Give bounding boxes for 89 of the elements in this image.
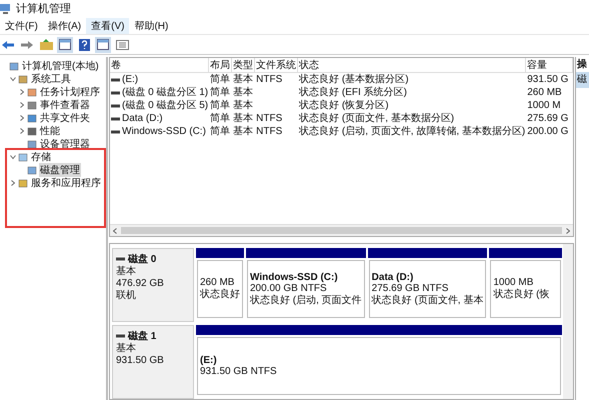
chevron-down-icon[interactable] [10, 154, 16, 160]
menu-item[interactable]: 查看(V) [86, 18, 130, 34]
action-item[interactable]: 磁 [576, 72, 589, 88]
table-cell-text: 200.00 G [526, 125, 570, 138]
partition-size: 275.69 GB NTFS [372, 282, 450, 294]
partition-size: 931.50 GB NTFS [200, 366, 278, 378]
menu-item[interactable]: 文件(F) [0, 18, 43, 34]
partition-size: 200.00 GB NTFS [250, 282, 328, 294]
chevron-right-icon[interactable] [10, 180, 16, 186]
column-header[interactable]: 卷 [110, 58, 210, 73]
tree-item[interactable]: 设备管理器 [39, 136, 91, 150]
disk-name: 磁盘 1 [128, 330, 156, 342]
table-cell-text: NTFS [255, 73, 284, 86]
actions-title: 操 [576, 58, 588, 72]
horizontal-scrollbar[interactable] [110, 224, 573, 236]
menu-item[interactable]: 帮助(H) [129, 18, 174, 34]
scroll-right-icon[interactable] [566, 228, 570, 234]
scroll-left-icon[interactable] [113, 228, 117, 234]
table-cell-text: 状态良好 (基本数据分区) [298, 73, 410, 86]
table-cell: Windows-SSD (C:) [122, 125, 206, 138]
table-cell-text: 简单 [209, 73, 232, 86]
partition-size: 260 MB [200, 277, 236, 288]
tree-item[interactable]: 任务计划程序 [39, 84, 101, 98]
partition-status: 状态良好 [200, 289, 240, 301]
disk-type: 基本 [116, 266, 137, 278]
tree-item[interactable]: 服务和应用程序 [30, 176, 102, 190]
table-cell-text: 简单 [209, 112, 232, 125]
table-cell-text: 简单 [209, 125, 232, 138]
partition-name: (E:) [200, 354, 218, 366]
tree-item[interactable]: 磁盘管理 [39, 162, 81, 176]
console-tree-icon[interactable] [57, 36, 73, 52]
table-cell-text: NTFS [255, 112, 284, 125]
table-cell-text: 基本 [232, 125, 254, 138]
disk-status: 联机 [116, 290, 137, 302]
tree-item[interactable]: 事件查看器 [39, 98, 91, 112]
partition-size: 1000 MB [493, 277, 534, 288]
table-cell: (磁盘 0 磁盘分区 5) [122, 99, 208, 112]
table-cell: 状态良好 (启动, 页面文件, 故障转储, 基本数据分区) [298, 125, 526, 138]
table-cell-text: 1000 M [526, 99, 562, 112]
table-cell-text: 状态良好 (EFI 系统分区) [298, 86, 408, 99]
help-icon[interactable] [76, 36, 92, 52]
tree-item[interactable]: 共享文件夹 [39, 110, 91, 124]
vertical-scrollbar[interactable] [563, 244, 573, 399]
column-header[interactable]: 布局 [209, 58, 232, 73]
table-cell-text: 简单 [209, 86, 232, 99]
table-cell-text: 状态良好 (页面文件, 基本数据分区) [298, 112, 456, 125]
table-cell: (磁盘 0 磁盘分区 1) [122, 86, 208, 99]
tree-item[interactable]: 计算机管理(本地) [21, 58, 100, 72]
table-cell-text: 简单 [209, 99, 232, 112]
panel-icon[interactable] [95, 36, 111, 52]
tree-item[interactable]: 存储 [30, 150, 52, 164]
partition-name: Data (D:) [372, 272, 414, 282]
column-header[interactable]: 文件系统 [255, 58, 298, 73]
partition-header-bar [196, 248, 244, 258]
partition-status: 状态良好 (恢 [493, 289, 550, 301]
table-cell-text: 931.50 G [526, 73, 570, 86]
chevron-right-icon[interactable] [18, 114, 24, 120]
partition-name: Windows-SSD (C:) [250, 272, 339, 282]
column-header[interactable]: 容量 [526, 58, 573, 73]
menu-item[interactable]: 操作(A) [42, 18, 86, 34]
chevron-right-icon[interactable] [18, 102, 24, 108]
drive-icon [116, 257, 125, 261]
disk-size: 476.92 GB [116, 278, 165, 290]
table-cell-text: 260 MB [526, 86, 563, 99]
chevron-right-icon[interactable] [18, 128, 24, 134]
chevron-right-icon[interactable] [18, 88, 24, 94]
partition-status: 状态良好 (启动, 页面文件 [250, 294, 362, 306]
table-cell-text: 基本 [232, 99, 254, 112]
tree-item[interactable]: 系统工具 [30, 72, 72, 86]
column-header[interactable]: 类型 [232, 58, 256, 73]
table-cell-text: 基本 [232, 73, 254, 86]
disk-type: 基本 [116, 343, 137, 355]
chevron-down-icon[interactable] [10, 76, 16, 82]
table-cell: (E:) [122, 73, 138, 86]
computer-icon [0, 2, 12, 14]
table-cell-text: 275.69 G [526, 112, 570, 125]
column-header[interactable]: 状态 [298, 58, 526, 73]
table-cell-text: 基本 [232, 86, 254, 99]
table-cell-text: 基本 [232, 112, 254, 125]
folder-up-icon[interactable] [38, 36, 54, 52]
drive-icon [116, 334, 125, 338]
disk-size: 931.50 GB [116, 355, 165, 367]
tree-item[interactable]: 性能 [39, 124, 61, 138]
disk-name: 磁盘 0 [128, 252, 156, 266]
table-cell-text: 状态良好 (恢复分区) [298, 99, 390, 112]
table-cell: Data (D:) [122, 112, 163, 125]
window-title: 计算机管理 [16, 2, 71, 16]
partition-status: 状态良好 (页面文件, 基本 [372, 294, 484, 306]
table-cell-text: NTFS [255, 125, 284, 138]
